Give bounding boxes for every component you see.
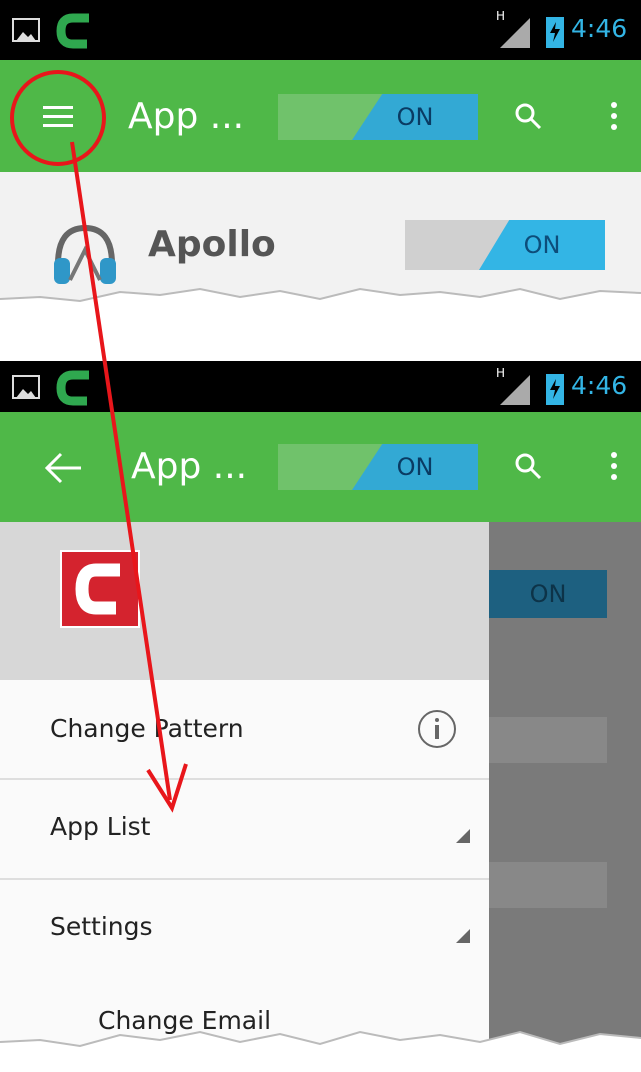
info-icon[interactable]: [416, 708, 458, 756]
dimmed-background: ON: [489, 522, 641, 1050]
app-title: App ...: [131, 446, 248, 487]
drawer-item-change-pattern[interactable]: Change Pattern: [0, 680, 489, 778]
torn-edge: [0, 287, 641, 352]
search-icon[interactable]: [510, 98, 546, 134]
app-bar-2: App ... ON: [0, 412, 641, 522]
app-title: App ...: [128, 96, 245, 137]
overflow-icon[interactable]: [604, 448, 624, 484]
header-toggle-on-label: ON: [352, 94, 478, 140]
app-toggle-on-label: ON: [479, 220, 605, 270]
status-bar-2: H 4:46: [0, 361, 641, 412]
overflow-icon[interactable]: [604, 98, 624, 134]
header-toggle[interactable]: ON: [278, 94, 478, 140]
drawer-item-label: App List: [50, 812, 151, 841]
comodo-c-icon: [55, 367, 95, 415]
battery-icon: [545, 371, 565, 411]
header-toggle-on-label: ON: [352, 444, 478, 490]
drawer-item-app-list[interactable]: App List: [0, 780, 489, 878]
drawer-header: [0, 522, 489, 680]
bg-toggle: ON: [489, 570, 607, 618]
expand-indicator-icon: [456, 920, 470, 949]
svg-text:H: H: [496, 366, 505, 380]
navigation-drawer: Change Pattern App List Settings Change …: [0, 522, 489, 1050]
app-bar: App ... ON: [0, 60, 641, 172]
search-icon[interactable]: [510, 448, 546, 484]
torn-edge-bottom: [0, 1030, 641, 1072]
drawer-item-label: Settings: [50, 912, 153, 941]
comodo-logo: [60, 550, 140, 628]
status-bar: H 4:46: [0, 0, 641, 60]
drawer-item-label: Change Pattern: [50, 714, 244, 743]
signal-icon: H: [496, 365, 532, 413]
bg-toggle-label: ON: [529, 580, 567, 608]
comodo-c-icon: [55, 10, 95, 58]
image-notification-icon: [12, 375, 40, 399]
image-notification-icon: [12, 18, 40, 42]
battery-icon: [545, 14, 565, 54]
status-time: 4:46: [571, 371, 628, 400]
bg-stripe: [489, 717, 607, 763]
drawer-item-settings[interactable]: Settings: [0, 880, 489, 978]
app-row[interactable]: Apollo ON: [0, 172, 641, 352]
status-time: 4:46: [571, 14, 628, 43]
signal-icon: H: [496, 8, 532, 56]
app-name: Apollo: [148, 224, 276, 265]
expand-indicator-icon: [456, 820, 470, 849]
svg-text:H: H: [496, 9, 505, 23]
menu-icon[interactable]: [36, 94, 80, 138]
header-toggle[interactable]: ON: [278, 444, 478, 490]
app-toggle[interactable]: ON: [405, 220, 605, 270]
back-arrow-icon[interactable]: [40, 446, 86, 490]
bg-stripe: [489, 862, 607, 908]
